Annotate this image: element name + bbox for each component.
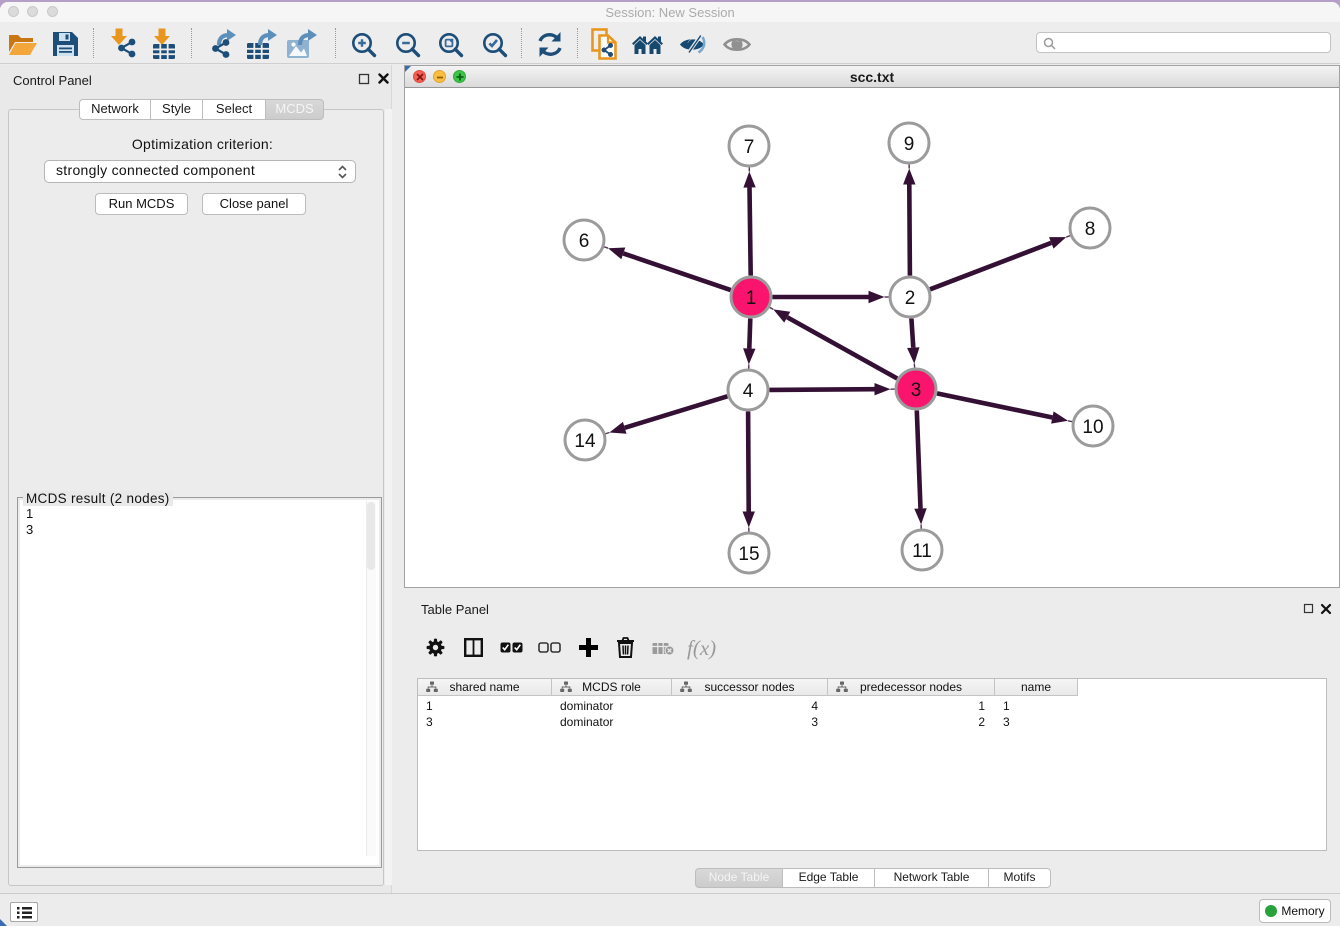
svg-text:11: 11 (912, 541, 932, 562)
svg-text:4: 4 (743, 381, 754, 402)
svg-text:14: 14 (574, 431, 596, 452)
svg-text:8: 8 (1085, 219, 1096, 240)
svg-text:2: 2 (905, 288, 916, 309)
svg-text:3: 3 (911, 380, 922, 401)
svg-text:1: 1 (746, 288, 757, 309)
svg-text:7: 7 (744, 137, 755, 158)
svg-text:10: 10 (1082, 417, 1103, 438)
svg-text:15: 15 (738, 544, 759, 565)
svg-text:9: 9 (904, 134, 915, 155)
svg-text:6: 6 (579, 231, 590, 252)
